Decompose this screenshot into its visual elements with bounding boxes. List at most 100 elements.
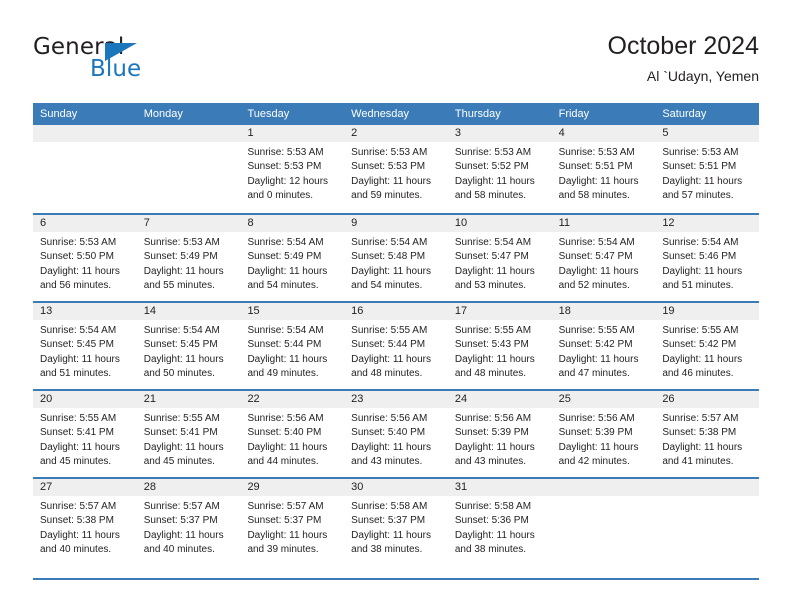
day-details: Sunrise: 5:54 AM Sunset: 5:49 PM Dayligh… [240, 232, 344, 294]
day-number: 23 [344, 391, 448, 408]
daylight-text-line2: and 58 minutes. [558, 190, 630, 202]
daylight-text-line2: and 46 minutes. [662, 368, 734, 380]
day-cell[interactable]: 6 Sunrise: 5:53 AM Sunset: 5:50 PM Dayli… [33, 215, 137, 301]
day-cell[interactable]: 10 Sunrise: 5:54 AM Sunset: 5:47 PM Dayl… [447, 215, 552, 301]
daylight-text-line2: and 38 minutes. [351, 544, 423, 556]
day-cell[interactable]: 26 Sunrise: 5:57 AM Sunset: 5:38 PM Dayl… [655, 391, 760, 477]
day-cell[interactable]: 31 Sunrise: 5:58 AM Sunset: 5:36 PM Dayl… [447, 479, 552, 565]
day-cell[interactable]: 30 Sunrise: 5:58 AM Sunset: 5:37 PM Dayl… [344, 479, 448, 565]
day-cell[interactable]: 19 Sunrise: 5:55 AM Sunset: 5:42 PM Dayl… [655, 303, 760, 389]
day-cell[interactable]: 11 Sunrise: 5:54 AM Sunset: 5:47 PM Dayl… [551, 215, 656, 301]
day-number: 12 [655, 215, 760, 232]
sunset-text: Sunset: 5:45 PM [40, 339, 114, 351]
day-cell[interactable]: 18 Sunrise: 5:55 AM Sunset: 5:42 PM Dayl… [551, 303, 656, 389]
daylight-text-line2: and 48 minutes. [351, 368, 423, 380]
day-details: Sunrise: 5:57 AM Sunset: 5:38 PM Dayligh… [33, 496, 137, 558]
sunrise-text: Sunrise: 5:54 AM [247, 325, 324, 336]
general-blue-logo[interactable]: General Blue [33, 34, 183, 90]
sunrise-text: Sunrise: 5:57 AM [40, 501, 117, 512]
sunrise-text: Sunrise: 5:53 AM [662, 147, 739, 158]
day-cell[interactable]: 4 Sunrise: 5:53 AM Sunset: 5:51 PM Dayli… [551, 125, 656, 213]
day-cell[interactable]: 28 Sunrise: 5:57 AM Sunset: 5:37 PM Dayl… [136, 479, 241, 565]
day-cell[interactable]: 27 Sunrise: 5:57 AM Sunset: 5:38 PM Dayl… [33, 479, 137, 565]
daylight-text-line2: and 55 minutes. [143, 280, 215, 292]
day-cell[interactable]: 15 Sunrise: 5:54 AM Sunset: 5:44 PM Dayl… [240, 303, 345, 389]
day-cell[interactable]: 13 Sunrise: 5:54 AM Sunset: 5:45 PM Dayl… [33, 303, 137, 389]
daylight-text-line2: and 51 minutes. [40, 368, 112, 380]
day-details: Sunrise: 5:55 AM Sunset: 5:44 PM Dayligh… [344, 320, 448, 382]
sunrise-text: Sunrise: 5:56 AM [558, 413, 635, 424]
daylight-text-line2: and 51 minutes. [662, 280, 734, 292]
day-cell[interactable]: 20 Sunrise: 5:55 AM Sunset: 5:41 PM Dayl… [33, 391, 137, 477]
sunrise-text: Sunrise: 5:55 AM [143, 413, 220, 424]
sunrise-text: Sunrise: 5:53 AM [558, 147, 635, 158]
daylight-text-line1: Daylight: 11 hours [454, 441, 535, 453]
daylight-text-line1: Daylight: 11 hours [351, 529, 432, 541]
day-cell[interactable] [551, 479, 656, 565]
day-cell[interactable]: 9 Sunrise: 5:54 AM Sunset: 5:48 PM Dayli… [344, 215, 448, 301]
day-cell[interactable]: 1 Sunrise: 5:53 AM Sunset: 5:53 PM Dayli… [240, 125, 345, 213]
day-cell[interactable]: 22 Sunrise: 5:56 AM Sunset: 5:40 PM Dayl… [240, 391, 345, 477]
logo-text-blue: Blue [90, 56, 142, 82]
daylight-text-line2: and 48 minutes. [454, 368, 527, 380]
daylight-text-line2: and 38 minutes. [454, 544, 527, 556]
sunrise-text: Sunrise: 5:57 AM [662, 413, 739, 424]
sunrise-text: Sunrise: 5:53 AM [351, 147, 428, 158]
sunset-text: Sunset: 5:51 PM [558, 161, 633, 173]
day-cell[interactable] [33, 125, 137, 213]
day-number: 17 [447, 303, 552, 320]
sunset-text: Sunset: 5:41 PM [143, 427, 218, 439]
day-number: 31 [447, 479, 552, 496]
day-number: 2 [344, 125, 448, 142]
daylight-text-line1: Daylight: 11 hours [247, 441, 328, 453]
daylight-text-line1: Daylight: 11 hours [454, 265, 535, 277]
day-cell[interactable]: 21 Sunrise: 5:55 AM Sunset: 5:41 PM Dayl… [136, 391, 241, 477]
sunset-text: Sunset: 5:53 PM [351, 161, 426, 173]
day-details: Sunrise: 5:56 AM Sunset: 5:39 PM Dayligh… [448, 408, 552, 470]
day-cell[interactable] [136, 125, 241, 213]
week-row: 1 Sunrise: 5:53 AM Sunset: 5:53 PM Dayli… [33, 125, 760, 213]
sunset-text: Sunset: 5:38 PM [662, 427, 737, 439]
daylight-text-line2: and 45 minutes. [143, 456, 215, 468]
title-block: October 2024 Al `Udayn, Yemen [608, 30, 760, 86]
daylight-text-line1: Daylight: 11 hours [247, 265, 328, 277]
day-details: Sunrise: 5:57 AM Sunset: 5:37 PM Dayligh… [137, 496, 241, 558]
day-number [33, 125, 137, 142]
day-cell[interactable]: 5 Sunrise: 5:53 AM Sunset: 5:51 PM Dayli… [655, 125, 760, 213]
day-cell[interactable]: 3 Sunrise: 5:53 AM Sunset: 5:52 PM Dayli… [447, 125, 552, 213]
day-details: Sunrise: 5:55 AM Sunset: 5:41 PM Dayligh… [137, 408, 241, 470]
day-cell[interactable]: 25 Sunrise: 5:56 AM Sunset: 5:39 PM Dayl… [551, 391, 656, 477]
daylight-text-line1: Daylight: 11 hours [662, 175, 743, 187]
day-cell[interactable] [655, 479, 760, 565]
day-details: Sunrise: 5:54 AM Sunset: 5:48 PM Dayligh… [344, 232, 448, 294]
sunset-text: Sunset: 5:50 PM [40, 251, 114, 263]
daylight-text-line2: and 39 minutes. [247, 544, 319, 556]
day-cell[interactable]: 7 Sunrise: 5:53 AM Sunset: 5:49 PM Dayli… [136, 215, 241, 301]
weekday-thursday: Thursday [454, 108, 501, 120]
day-number: 13 [33, 303, 137, 320]
day-cell[interactable]: 12 Sunrise: 5:54 AM Sunset: 5:46 PM Dayl… [655, 215, 760, 301]
day-cell[interactable]: 23 Sunrise: 5:56 AM Sunset: 5:40 PM Dayl… [344, 391, 448, 477]
daylight-text-line2: and 52 minutes. [558, 280, 630, 292]
day-cell[interactable]: 17 Sunrise: 5:55 AM Sunset: 5:43 PM Dayl… [447, 303, 552, 389]
sunrise-text: Sunrise: 5:55 AM [40, 413, 117, 424]
day-details: Sunrise: 5:56 AM Sunset: 5:39 PM Dayligh… [552, 408, 656, 470]
day-cell[interactable]: 2 Sunrise: 5:53 AM Sunset: 5:53 PM Dayli… [344, 125, 448, 213]
day-cell[interactable]: 16 Sunrise: 5:55 AM Sunset: 5:44 PM Dayl… [344, 303, 448, 389]
day-number: 26 [655, 391, 760, 408]
sunset-text: Sunset: 5:49 PM [247, 251, 322, 263]
daylight-text-line2: and 53 minutes. [454, 280, 527, 292]
day-cell[interactable]: 24 Sunrise: 5:56 AM Sunset: 5:39 PM Dayl… [447, 391, 552, 477]
sunset-text: Sunset: 5:43 PM [454, 339, 529, 351]
day-details: Sunrise: 5:54 AM Sunset: 5:47 PM Dayligh… [552, 232, 656, 294]
day-cell[interactable]: 29 Sunrise: 5:57 AM Sunset: 5:37 PM Dayl… [240, 479, 345, 565]
day-details: Sunrise: 5:57 AM Sunset: 5:37 PM Dayligh… [240, 496, 344, 558]
day-cell[interactable]: 8 Sunrise: 5:54 AM Sunset: 5:49 PM Dayli… [240, 215, 345, 301]
day-cell[interactable]: 14 Sunrise: 5:54 AM Sunset: 5:45 PM Dayl… [136, 303, 241, 389]
weekday-saturday: Saturday [662, 108, 707, 120]
daylight-text-line1: Daylight: 11 hours [558, 175, 639, 187]
day-details: Sunrise: 5:54 AM Sunset: 5:46 PM Dayligh… [655, 232, 759, 294]
day-details: Sunrise: 5:53 AM Sunset: 5:50 PM Dayligh… [33, 232, 137, 294]
daylight-text-line1: Daylight: 11 hours [40, 529, 120, 541]
sunset-text: Sunset: 5:45 PM [143, 339, 218, 351]
